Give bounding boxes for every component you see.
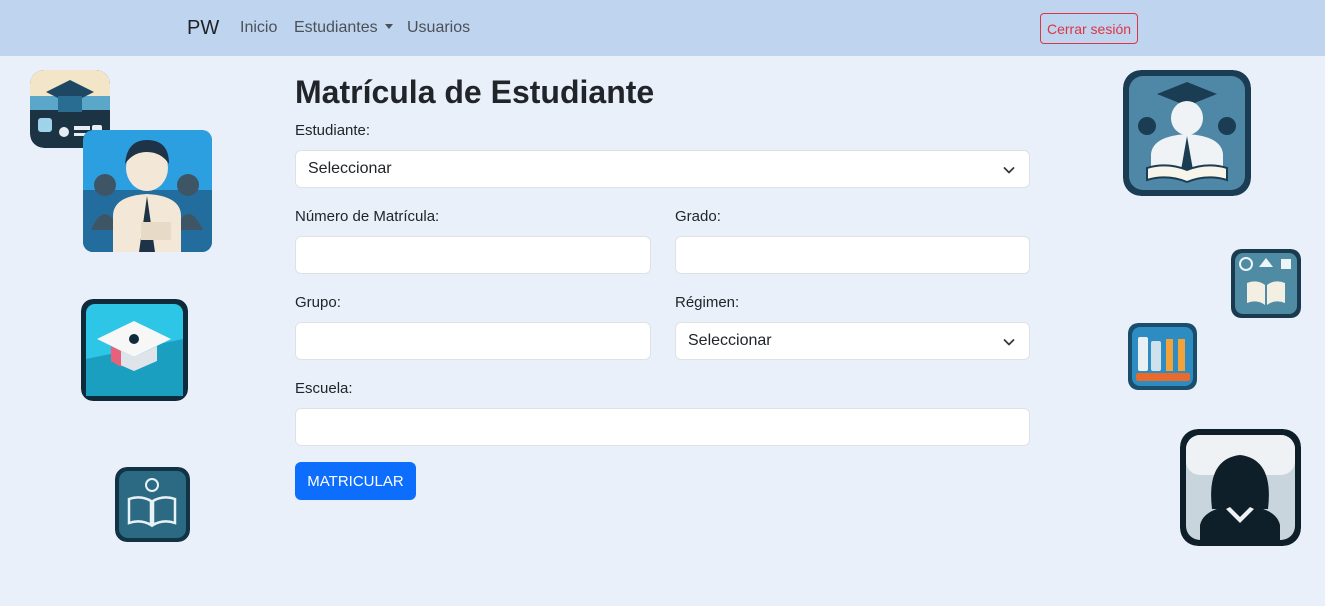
escuela-input[interactable] xyxy=(295,408,1030,446)
logout-button[interactable]: Cerrar sesión xyxy=(1040,13,1138,44)
chevron-down-icon xyxy=(1003,167,1015,174)
brand-link[interactable]: PW xyxy=(187,17,219,40)
numero-matricula-label: Número de Matrícula: xyxy=(295,208,440,225)
book-location-icon xyxy=(115,467,190,542)
page-title: Matrícula de Estudiante xyxy=(295,74,655,110)
grado-input[interactable] xyxy=(675,236,1030,274)
nav-usuarios[interactable]: Usuarios xyxy=(407,19,470,37)
navbar: PW Inicio Estudiantes Usuarios Cerrar se… xyxy=(0,0,1325,56)
caret-down-icon xyxy=(384,24,393,29)
estudiante-label: Estudiante: xyxy=(295,122,371,139)
escuela-label: Escuela: xyxy=(295,380,353,397)
regimen-label: Régimen: xyxy=(675,294,740,311)
grupo-input[interactable] xyxy=(295,322,651,360)
grado-label: Grado: xyxy=(675,208,721,225)
matricular-button[interactable]: MATRICULAR xyxy=(295,462,416,500)
estudiante-select[interactable]: Seleccionar xyxy=(295,150,1030,188)
regimen-select[interactable]: Seleccionar xyxy=(675,322,1030,360)
books-pencils-icon xyxy=(1128,323,1197,390)
nav-estudiantes-label: Estudiantes xyxy=(294,19,378,36)
mortarboard-icon xyxy=(81,299,188,401)
nav-inicio[interactable]: Inicio xyxy=(240,19,277,37)
student-group-icon xyxy=(83,130,212,252)
female-avatar-icon xyxy=(1180,429,1301,546)
grupo-label: Grupo: xyxy=(295,294,341,311)
estudiante-select-value: Seleccionar xyxy=(308,160,392,177)
regimen-select-value: Seleccionar xyxy=(688,332,772,349)
graduate-reading-icon xyxy=(1123,70,1251,196)
numero-matricula-input[interactable] xyxy=(295,236,651,274)
chevron-down-icon xyxy=(1003,339,1015,346)
nav-estudiantes-dropdown[interactable]: Estudiantes xyxy=(294,19,393,37)
study-tools-icon xyxy=(1231,249,1301,318)
